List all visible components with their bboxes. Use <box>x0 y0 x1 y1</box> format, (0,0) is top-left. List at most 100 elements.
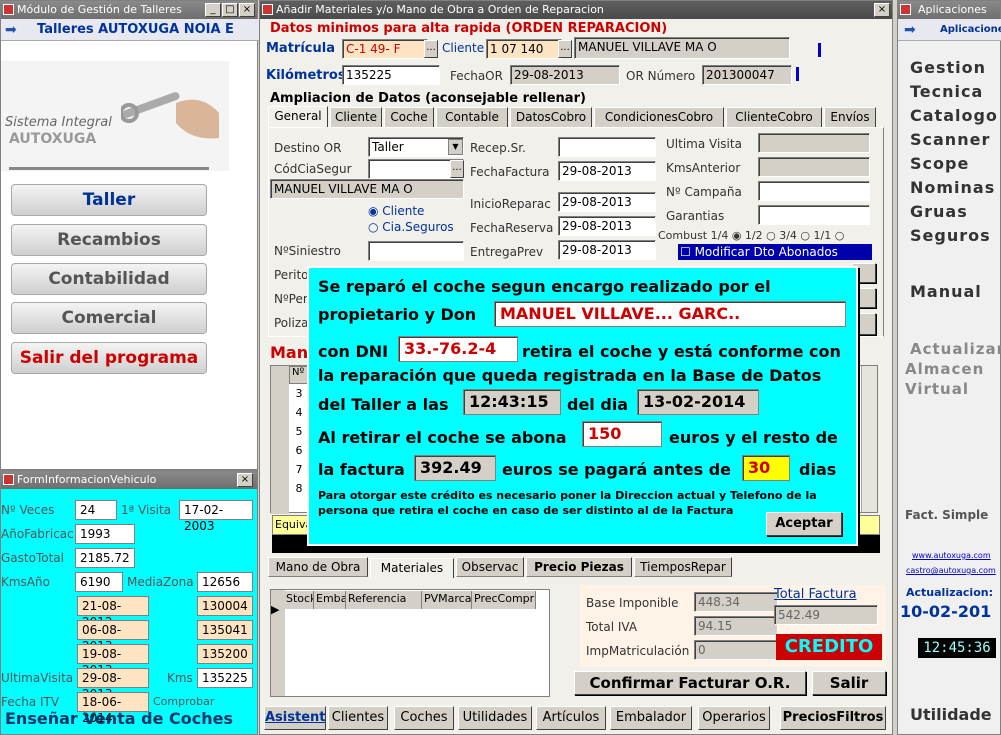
fechafactura-field[interactable]: 29-08-2013 <box>558 161 656 181</box>
confirmar-facturar-button[interactable]: Confirmar Facturar O.R. <box>574 671 806 695</box>
close-button[interactable]: × <box>239 3 255 17</box>
nav-recambios-button[interactable]: Recambios <box>11 224 207 256</box>
siniestro-field[interactable] <box>368 241 464 261</box>
cliente-code-field[interactable]: 1 07 140 <box>486 39 562 59</box>
combust-radio-group[interactable]: Combust 1/4 ◉ 1/2 ○ 3/4 ○ 1/1 ○ <box>658 229 844 242</box>
tab-clientes[interactable]: Clientes <box>328 706 388 730</box>
fact-simple-link[interactable]: Fact. Simple <box>905 508 988 522</box>
vehicle-info-titlebar[interactable]: FormInformacionVehiculo × <box>1 471 257 489</box>
table-row[interactable]: 8 <box>289 479 309 498</box>
combust-opt-1[interactable]: 1/4 <box>711 229 729 242</box>
combust-opt-3[interactable]: 3/4 <box>779 229 797 242</box>
menu-catalogo[interactable]: Catalogo <box>910 106 998 125</box>
kms-field[interactable]: 135225 <box>197 668 253 688</box>
menu-virtual[interactable]: Virtual <box>905 380 969 398</box>
menu-scope[interactable]: Scope <box>910 154 969 173</box>
garantias-field[interactable] <box>758 205 870 225</box>
veces-field[interactable]: 24 <box>75 500 117 520</box>
web-link[interactable]: www.autoxuga.com <box>912 551 991 560</box>
tab-coches[interactable]: Coches <box>394 706 454 730</box>
tab-datoscobro[interactable]: DatosCobro <box>510 107 592 127</box>
menu-gruas[interactable]: Gruas <box>910 202 968 221</box>
tab-condicionescobro[interactable]: CondicionesCobro <box>594 107 724 127</box>
km-field[interactable]: 135225 <box>342 65 440 85</box>
menu-utilidades[interactable]: Utilidade <box>910 705 992 724</box>
kms-ano-field[interactable]: 6190 <box>75 572 123 592</box>
dialog-dni-field[interactable]: 33.-76.2-4 <box>398 336 518 362</box>
tab-utilidades[interactable]: Utilidades <box>458 706 532 730</box>
nav-contabilidad-button[interactable]: Contabilidad <box>11 263 207 295</box>
matricula-lookup-button[interactable]: ... <box>424 40 438 58</box>
inicio-field[interactable]: 29-08-2013 <box>558 192 656 212</box>
media-zona-field[interactable]: 12656 <box>197 572 253 592</box>
menu-nominas[interactable]: Nominas <box>910 178 995 197</box>
table-row[interactable]: 5 <box>289 422 309 441</box>
table-row[interactable]: 6 <box>289 441 309 460</box>
table-row[interactable]: 7 <box>289 460 309 479</box>
tab-clientecobro[interactable]: ClienteCobro <box>726 107 822 127</box>
dialog-name-field[interactable]: MANUEL VILLAVE... GARC.. <box>494 301 846 327</box>
materials-col-emba[interactable]: Emba <box>314 591 346 609</box>
menu-almacen[interactable]: Almacen <box>905 360 984 378</box>
salir-button[interactable]: Salir <box>812 671 886 695</box>
aceptar-button[interactable]: Aceptar <box>766 512 842 536</box>
main-window-titlebar[interactable]: Añadir Materiales y/o Mano de Obra a Ord… <box>260 1 892 19</box>
menu-gestion[interactable]: Gestion <box>910 58 986 77</box>
ensenar-venta-button[interactable]: Enseñar Venta de Coches <box>5 709 233 728</box>
tab-precio-piezas[interactable]: Precio Piezas <box>526 557 632 577</box>
tab-embalador[interactable]: Embalador <box>610 706 692 730</box>
chevron-down-icon[interactable]: ▼ <box>448 139 463 155</box>
tab-general[interactable]: General <box>268 106 328 128</box>
minimize-button[interactable]: _ <box>205 3 221 17</box>
dialog-abona-field[interactable]: 150 <box>582 421 662 447</box>
tab-observac[interactable]: Observac <box>456 557 524 577</box>
menu-scanner[interactable]: Scanner <box>910 130 990 149</box>
tab-mano-de-obra[interactable]: Mano de Obra <box>268 557 368 577</box>
menu-tecnica[interactable]: Tecnica <box>910 82 983 101</box>
email-link[interactable]: castro@autoxuga.com <box>906 566 996 575</box>
recep-field[interactable] <box>558 137 656 157</box>
tab-coche[interactable]: Coche <box>384 107 434 127</box>
ultima-visita-field[interactable]: 29-08-2013 <box>77 668 149 701</box>
menu-seguros[interactable]: Seguros <box>910 226 991 245</box>
dialog-dias-field[interactable]: 30 <box>742 455 790 481</box>
materials-col-stock[interactable]: Stock <box>284 591 314 609</box>
tab-materiales[interactable]: Materiales <box>370 558 454 578</box>
nav-comercial-button[interactable]: Comercial <box>11 302 207 334</box>
tab-asistent[interactable]: Asistent <box>264 706 326 730</box>
primera-visita-field[interactable]: 17-02-2003 <box>179 500 253 533</box>
tab-cliente[interactable]: Cliente <box>330 107 382 127</box>
ano-fabric-field[interactable]: 1993 <box>75 524 135 544</box>
right-window-titlebar[interactable]: Aplicaciones <box>898 1 1000 19</box>
menu-actualizar[interactable]: Actualizar <box>910 340 1001 358</box>
radio-cliente[interactable]: ◉ Cliente <box>368 204 424 218</box>
matricula-field[interactable]: C-1 49- F <box>342 39 428 59</box>
gasto-total-field[interactable]: 2185.72 <box>75 548 135 568</box>
close-button[interactable]: × <box>237 473 253 487</box>
entrega-field[interactable]: 29-08-2013 <box>558 240 656 260</box>
combust-opt-2[interactable]: 1/2 <box>745 229 763 242</box>
nav-taller-button[interactable]: Taller <box>11 184 207 216</box>
table-row[interactable]: 4 <box>289 403 309 422</box>
grid-scrollbar[interactable] <box>861 366 877 512</box>
codcia-lookup-button[interactable]: ... <box>450 160 464 178</box>
tab-articulos[interactable]: Artículos <box>536 706 606 730</box>
combust-opt-4[interactable]: 1/1 <box>814 229 832 242</box>
menu-manual[interactable]: Manual <box>910 282 982 301</box>
materials-col-pvmarca[interactable]: PVMarca <box>422 591 472 609</box>
tab-preciosfiltros[interactable]: PreciosFiltros <box>780 706 886 730</box>
left-window-titlebar[interactable]: Módulo de Gestión de Talleres _ □ × <box>1 1 257 19</box>
tab-operarios[interactable]: Operarios <box>698 706 770 730</box>
materials-col-preccompr[interactable]: PrecCompr <box>472 591 536 609</box>
maximize-button[interactable]: □ <box>222 3 238 17</box>
tab-tiempos-repar[interactable]: TiemposRepar <box>634 557 732 577</box>
radio-cia-seguros[interactable]: ○ Cia.Seguros <box>368 220 454 234</box>
tab-contable[interactable]: Contable <box>436 107 508 127</box>
materials-col-referencia[interactable]: Referencia <box>346 591 422 609</box>
tab-envios[interactable]: Envíos <box>824 107 876 127</box>
nav-salir-button[interactable]: Salir del programa <box>11 342 207 374</box>
close-button[interactable]: × <box>874 3 890 17</box>
modificar-dto-checkbox[interactable]: ☐ Modificar Dto Abonados <box>678 244 872 260</box>
campana-field[interactable] <box>758 181 870 201</box>
fechareserva-field[interactable]: 29-08-2013 <box>558 216 656 236</box>
